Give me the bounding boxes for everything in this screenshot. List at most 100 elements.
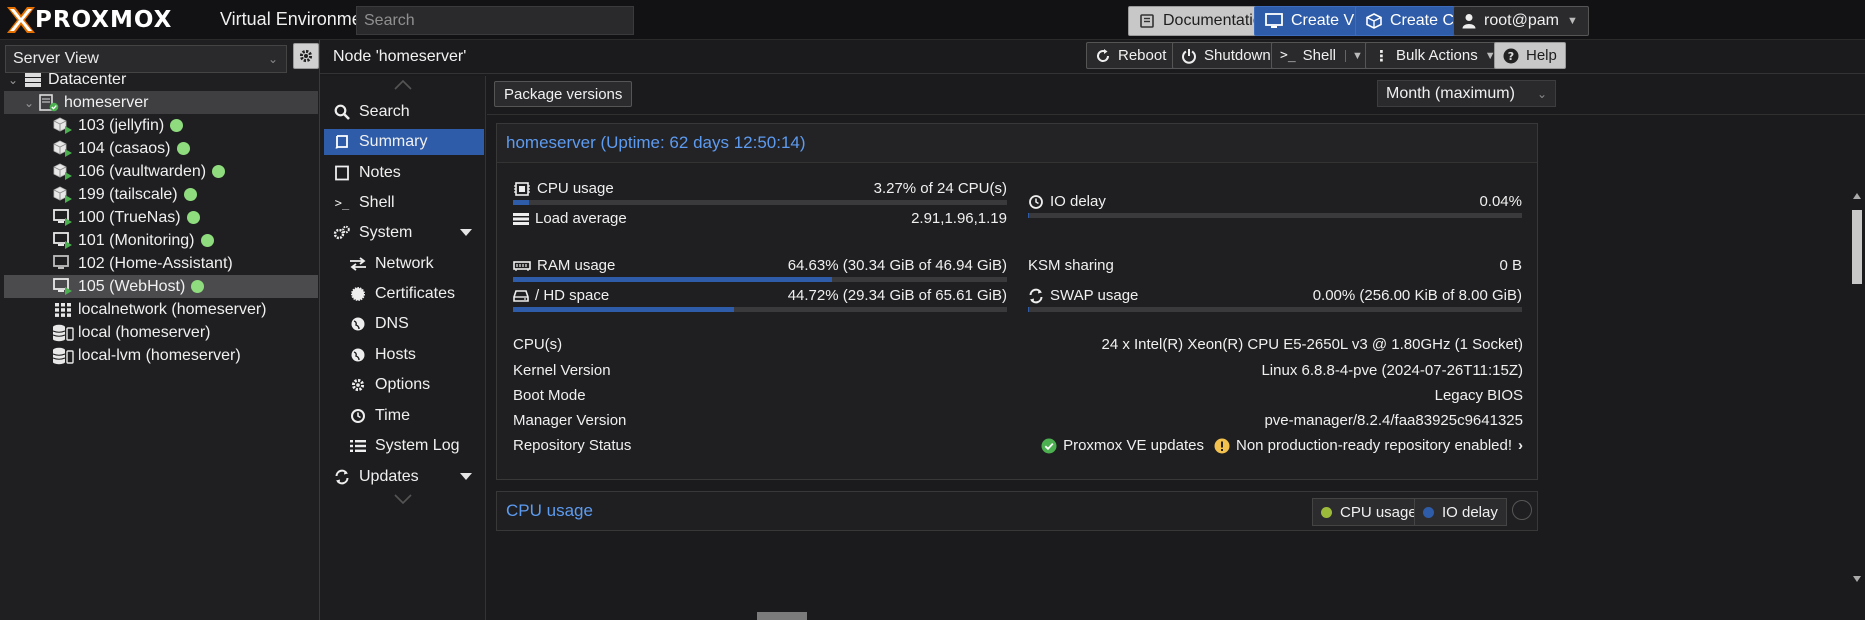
tree-node-label: local (homeserver)	[78, 323, 211, 341]
help-button[interactable]: ? Help	[1494, 42, 1566, 69]
globe-icon	[349, 315, 367, 333]
ram-usage-label: RAM usage	[537, 257, 616, 274]
ram-usage-bar	[513, 277, 1007, 282]
tree-node-network[interactable]: localnetwork (homeserver)	[4, 298, 318, 321]
manager-version-info-value: pve-manager/8.2.4/faa83925c9641325	[1264, 412, 1523, 429]
hdd-icon	[513, 289, 529, 302]
scroll-down-arrow-icon[interactable]	[1853, 576, 1861, 582]
node-nav-menu: Search Summary Notes >_ Shell System Net…	[320, 76, 486, 620]
kernel-info-row: Kernel Version Linux 6.8.8-4-pve (2024-0…	[513, 362, 1523, 384]
shutdown-label: Shutdown	[1204, 47, 1271, 64]
io-delay-bar	[1028, 213, 1522, 218]
tree-node-storage[interactable]: local-lvm (homeserver)	[4, 344, 318, 367]
nav-hosts[interactable]: Hosts	[324, 342, 484, 368]
nav-summary[interactable]: Summary	[324, 129, 484, 155]
tree-settings-button[interactable]	[293, 43, 319, 69]
nav-network[interactable]: Network	[324, 251, 484, 277]
ram-usage-metric: RAM usage 64.63% (30.34 GiB of 46.94 GiB…	[513, 254, 1007, 282]
memory-icon	[513, 260, 531, 271]
repository-status-label: Repository Status	[513, 437, 632, 454]
nav-dns[interactable]: DNS	[324, 311, 484, 337]
legend-swatch	[1423, 506, 1434, 518]
proxmox-logo[interactable]: PROXMOX	[6, 6, 172, 34]
legend-cpu-usage[interactable]: CPU usage	[1312, 498, 1426, 526]
collapse-caret-icon: ⌄	[24, 95, 35, 110]
scrollbar-thumb[interactable]	[1852, 210, 1862, 284]
legend-io-delay[interactable]: IO delay	[1414, 498, 1507, 526]
tree-node-container[interactable]: 106 (vaultwarden)	[4, 160, 318, 183]
legend-io-label: IO delay	[1442, 503, 1498, 521]
scroll-up-arrow-icon[interactable]	[1853, 193, 1861, 199]
nav-options[interactable]: Options	[324, 372, 484, 398]
scroll-down-icon[interactable]	[320, 494, 486, 510]
shell-button[interactable]: >_ Shell ▼	[1271, 42, 1372, 69]
repository-status-value[interactable]: Proxmox VE updates Non production-ready …	[1041, 437, 1523, 454]
tree-node-vm[interactable]: 101 (Monitoring)	[4, 229, 318, 252]
bulk-actions-button[interactable]: ⋮ Bulk Actions ▼	[1365, 42, 1505, 69]
cpus-info-row: CPU(s) 24 x Intel(R) Xeon(R) CPU E5-2650…	[513, 336, 1523, 358]
gear-icon	[299, 49, 313, 63]
nav-search[interactable]: Search	[324, 99, 484, 125]
nav-label: Hosts	[375, 346, 416, 363]
exchange-icon	[349, 255, 367, 273]
nav-time[interactable]: Time	[324, 403, 484, 429]
tree-node-vm[interactable]: 100 (TrueNas)	[4, 206, 318, 229]
cpu-usage-label-row: CPU usage	[513, 180, 614, 197]
swap-usage-label: SWAP usage	[1050, 287, 1139, 304]
nav-system-log[interactable]: System Log	[324, 433, 484, 459]
nav-certificates[interactable]: Certificates	[324, 281, 484, 307]
package-versions-button[interactable]: Package versions	[494, 81, 633, 107]
nav-label: Network	[375, 255, 434, 272]
tree-node-container[interactable]: 199 (tailscale)	[4, 183, 318, 206]
tree-node-homeserver[interactable]: ⌄ homeserver	[4, 91, 318, 114]
timeframe-select[interactable]: Month (maximum) ⌄	[1377, 80, 1556, 107]
chevron-down-icon[interactable]: ▼	[1345, 49, 1363, 62]
load-average-value: 2.91,1.96,1.19	[911, 210, 1007, 227]
status-running-dot	[186, 211, 200, 224]
tree-node-container[interactable]: 103 (jellyfin)	[4, 114, 318, 137]
help-label: Help	[1526, 47, 1557, 64]
container-icon	[52, 139, 74, 159]
chart-options-icon[interactable]	[1512, 500, 1532, 520]
swap-usage-value: 0.00% (256.00 KiB of 8.00 GiB)	[1312, 287, 1522, 304]
note-icon	[333, 164, 351, 182]
chevron-down-icon: ⌄	[1536, 87, 1547, 101]
tree-node-label: 103 (jellyfin)	[78, 116, 165, 134]
tree-node-label: 105 (WebHost)	[78, 277, 186, 295]
question-circle-icon: ?	[1503, 48, 1519, 63]
tree-node-storage[interactable]: local (homeserver)	[4, 321, 318, 344]
user-label: root@pam	[1484, 12, 1559, 29]
tree-node-vm[interactable]: 102 (Home-Assistant)	[4, 252, 318, 275]
cpu-usage-bar	[513, 200, 1007, 205]
globe-icon	[349, 346, 367, 364]
vm-monitor-icon	[52, 231, 74, 251]
hd-space-bar	[513, 307, 1007, 312]
search-icon	[333, 103, 351, 121]
scroll-up-icon[interactable]	[320, 80, 486, 96]
status-running-dot	[176, 142, 190, 155]
nav-system[interactable]: System	[324, 220, 484, 246]
user-menu-button[interactable]: root@pam ▼	[1453, 6, 1589, 36]
book-icon	[333, 133, 351, 151]
node-status-panel: homeserver (Uptime: 62 days 12:50:14) CP…	[496, 123, 1538, 480]
tasks-icon	[513, 212, 529, 225]
nav-shell[interactable]: >_ Shell	[324, 190, 484, 216]
ellipsis-vertical-icon: ⋮	[1374, 47, 1389, 65]
reboot-button[interactable]: Reboot	[1086, 42, 1176, 69]
tree-node-container[interactable]: 104 (casaos)	[4, 137, 318, 160]
tree-node-label: 104 (casaos)	[78, 139, 171, 157]
nav-label: Time	[375, 407, 410, 424]
certificate-icon	[349, 285, 367, 303]
logo-wordmark: PROXMOX	[35, 7, 173, 33]
vertical-scrollbar[interactable]	[1849, 190, 1865, 585]
nav-label: DNS	[375, 315, 409, 332]
horizontal-scroll-handle[interactable]	[757, 612, 807, 620]
reboot-label: Reboot	[1118, 47, 1167, 64]
global-search-input[interactable]	[356, 6, 634, 35]
shutdown-button[interactable]: Shutdown	[1172, 42, 1280, 69]
tree-node-datacenter[interactable]: ⌄ Datacenter	[8, 68, 318, 91]
tree-node-vm[interactable]: 105 (WebHost)	[4, 275, 318, 298]
nav-notes[interactable]: Notes	[324, 160, 484, 186]
collapse-caret-icon: ⌄	[8, 72, 19, 87]
nav-updates[interactable]: Updates	[324, 464, 484, 490]
